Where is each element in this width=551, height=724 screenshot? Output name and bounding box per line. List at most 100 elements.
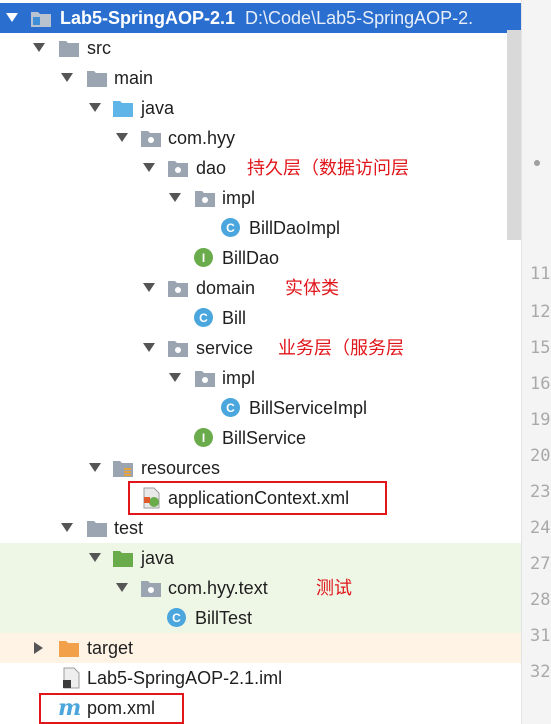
tree-row-com-hyy-text[interactable]: com.hyy.text 测试: [0, 573, 521, 603]
line-number: 23: [530, 482, 551, 502]
chevron-down-icon[interactable]: [142, 161, 156, 175]
highlight-box-application-context: [128, 481, 387, 515]
tree-label-dao-impl: impl: [222, 188, 256, 208]
test-folder-icon: [112, 547, 134, 569]
tree-row-bill-dao[interactable]: I BillDao: [0, 243, 521, 273]
tree-label-service-impl: impl: [222, 368, 256, 388]
tree-label-main: main: [114, 68, 154, 88]
tree-label-bill: Bill: [222, 308, 247, 328]
chevron-down-icon[interactable]: [115, 581, 129, 595]
tree-row-bill-dao-impl[interactable]: C BillDaoImpl: [0, 213, 521, 243]
annotation-domain: 实体类: [285, 278, 339, 298]
chevron-down-icon[interactable]: [115, 131, 129, 145]
tree-row-src[interactable]: src: [0, 33, 521, 63]
source-folder-icon: [112, 97, 134, 119]
project-folder-icon: [30, 7, 52, 29]
tree-row-bill-service[interactable]: I BillService: [0, 423, 521, 453]
tree-row-java[interactable]: java: [0, 93, 521, 123]
tree-row-service-impl[interactable]: impl: [0, 363, 521, 393]
tree-label-bill-service-impl: BillServiceImpl: [249, 398, 368, 418]
class-icon: C: [194, 308, 213, 327]
tree-row-iml[interactable]: Lab5-SpringAOP-2.1.iml: [0, 663, 521, 693]
tree-row-service[interactable]: service 业务层（服务层: [0, 333, 521, 363]
editor-gutter: 11 12 15 16 19 20 23 24 27 28 31 32: [521, 0, 551, 724]
line-number: 11: [530, 264, 551, 284]
tree-label-com-hyy: com.hyy: [168, 128, 236, 148]
line-number: 19: [530, 410, 551, 430]
line-number: 16: [530, 374, 551, 394]
chevron-down-icon[interactable]: [142, 281, 156, 295]
tree-row-com-hyy[interactable]: com.hyy: [0, 123, 521, 153]
chevron-down-icon[interactable]: [32, 41, 46, 55]
chevron-down-icon[interactable]: [142, 341, 156, 355]
folder-icon: [58, 37, 80, 59]
chevron-down-icon[interactable]: [88, 461, 102, 475]
tree-row-bill[interactable]: C Bill: [0, 303, 521, 333]
tree-row-main[interactable]: main: [0, 63, 521, 93]
project-tree: Lab5-SpringAOP-2.1 D:\Code\Lab5-SpringAOP…: [0, 0, 521, 724]
class-icon: C: [221, 398, 240, 417]
tree-label-src: src: [87, 38, 111, 58]
project-label: Lab5-SpringAOP-2.1 D:\Code\Lab5-SpringAOP…: [60, 8, 474, 28]
chevron-down-icon[interactable]: [5, 11, 19, 25]
tree-row-bill-test[interactable]: C BillTest: [0, 603, 521, 633]
package-icon: [194, 367, 216, 389]
chevron-down-icon[interactable]: [60, 71, 74, 85]
tree-row-bill-service-impl[interactable]: C BillServiceImpl: [0, 393, 521, 423]
line-number: 31: [530, 626, 551, 646]
gutter-marker-icon: [534, 160, 540, 166]
tree-row-target[interactable]: target: [0, 633, 521, 663]
tree-row-dao[interactable]: dao 持久层（数据访问层: [0, 153, 521, 183]
tree-label-service: service: [196, 338, 254, 358]
package-icon: [167, 157, 189, 179]
chevron-down-icon[interactable]: [60, 521, 74, 535]
line-number: 27: [530, 554, 551, 574]
interface-icon: I: [194, 428, 213, 447]
chevron-down-icon[interactable]: [88, 101, 102, 115]
tree-row-domain[interactable]: domain 实体类: [0, 273, 521, 303]
package-icon: [167, 337, 189, 359]
folder-icon: [86, 67, 108, 89]
tree-label-bill-service: BillService: [222, 428, 307, 448]
tree-label-com-hyy-text: com.hyy.text: [168, 578, 268, 598]
line-number: 28: [530, 590, 551, 610]
vertical-scrollbar[interactable]: [507, 30, 521, 240]
tree-label-test: test: [114, 518, 144, 538]
line-number: 20: [530, 446, 551, 466]
tree-label-target: target: [87, 638, 134, 658]
tree-label-test-java: java: [141, 548, 175, 568]
tree-label-bill-dao: BillDao: [222, 248, 280, 268]
package-icon: [140, 127, 162, 149]
tree-label-bill-dao-impl: BillDaoImpl: [249, 218, 341, 238]
tree-row-resources[interactable]: resources: [0, 453, 521, 483]
tree-label-bill-test: BillTest: [195, 608, 253, 628]
tree-row-test[interactable]: test: [0, 513, 521, 543]
annotation-dao: 持久层（数据访问层: [247, 158, 409, 178]
line-number: 24: [530, 518, 551, 538]
folder-icon: [86, 517, 108, 539]
tree-row-project[interactable]: Lab5-SpringAOP-2.1 D:\Code\Lab5-SpringAOP…: [0, 3, 521, 33]
tree-label-resources: resources: [141, 458, 221, 478]
annotation-service: 业务层（服务层: [278, 338, 404, 358]
chevron-down-icon[interactable]: [88, 551, 102, 565]
line-number: 15: [530, 338, 551, 358]
package-icon: [140, 577, 162, 599]
tree-label-iml: Lab5-SpringAOP-2.1.iml: [87, 668, 283, 688]
tree-row-test-java[interactable]: java: [0, 543, 521, 573]
chevron-down-icon[interactable]: [168, 191, 182, 205]
package-icon: [167, 277, 189, 299]
resources-folder-icon: [112, 457, 134, 479]
annotation-test: 测试: [316, 578, 352, 598]
tree-row-dao-impl[interactable]: impl: [0, 183, 521, 213]
chevron-right-icon[interactable]: [32, 641, 46, 655]
highlight-box-pom: [39, 693, 184, 724]
chevron-down-icon[interactable]: [168, 371, 182, 385]
line-number: 12: [530, 302, 551, 322]
tree-label-domain: domain: [196, 278, 256, 298]
module-file-icon: [60, 667, 82, 689]
class-icon: C: [221, 218, 240, 237]
excluded-folder-icon: [58, 637, 80, 659]
tree-label-java: java: [141, 98, 175, 118]
tree-label-dao: dao: [196, 158, 227, 178]
test-class-icon: C: [167, 608, 186, 627]
